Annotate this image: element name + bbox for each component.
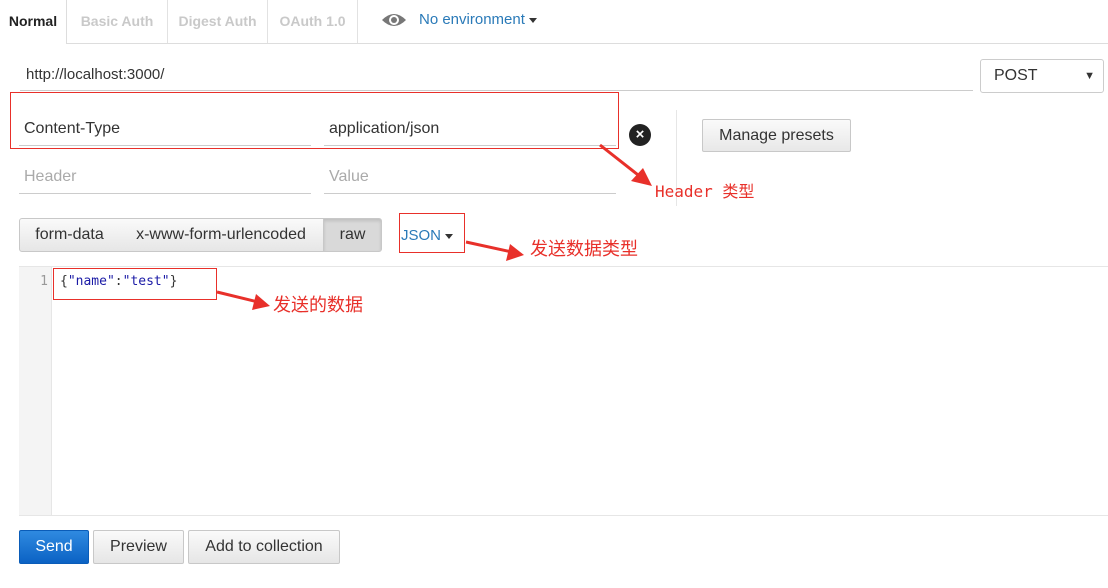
mode-form-data[interactable]: form-data [19,218,120,252]
method-value: POST [994,67,1038,84]
editor-gutter [19,267,52,515]
environment-selector[interactable]: No environment [419,11,537,28]
arrow-json-head [506,244,524,261]
line-number: 1 [40,274,48,289]
new-header-key-input[interactable] [19,161,311,194]
annotation-box-header [10,92,619,149]
arrow-json [465,240,513,254]
url-input[interactable] [20,58,973,91]
tab-oauth[interactable]: OAuth 1.0 [268,0,358,43]
mode-urlencoded[interactable]: x-www-form-urlencoded [119,218,324,252]
arrow-header-head [631,168,652,186]
send-button[interactable]: Send [19,530,89,564]
tab-digest-auth[interactable]: Digest Auth [168,0,268,43]
add-to-collection-button[interactable]: Add to collection [188,530,340,564]
annotation-header-type: Header 类型 [655,182,755,201]
annotation-sent-data: 发送的数据 [273,295,363,315]
delete-header-icon[interactable]: × [629,124,651,146]
method-select[interactable]: POST ▼ [980,59,1104,93]
new-header-value-input[interactable] [324,161,616,194]
environment-label: No environment [419,11,525,28]
body-editor[interactable] [19,266,1108,516]
tab-normal[interactable]: Normal [0,0,67,44]
tab-basic-auth[interactable]: Basic Auth [67,0,168,43]
annotation-send-data-type: 发送数据类型 [530,239,638,259]
annotation-box-json [399,213,465,253]
tabbar-divider [66,43,1108,44]
manage-presets-button[interactable]: Manage presets [702,119,851,152]
preview-button[interactable]: Preview [93,530,184,564]
chevron-down-icon [528,17,537,23]
annotation-box-data [53,268,217,300]
mode-raw[interactable]: raw [323,218,382,252]
dropdown-arrow-icon: ▼ [1084,70,1095,82]
eye-icon[interactable] [381,10,407,30]
